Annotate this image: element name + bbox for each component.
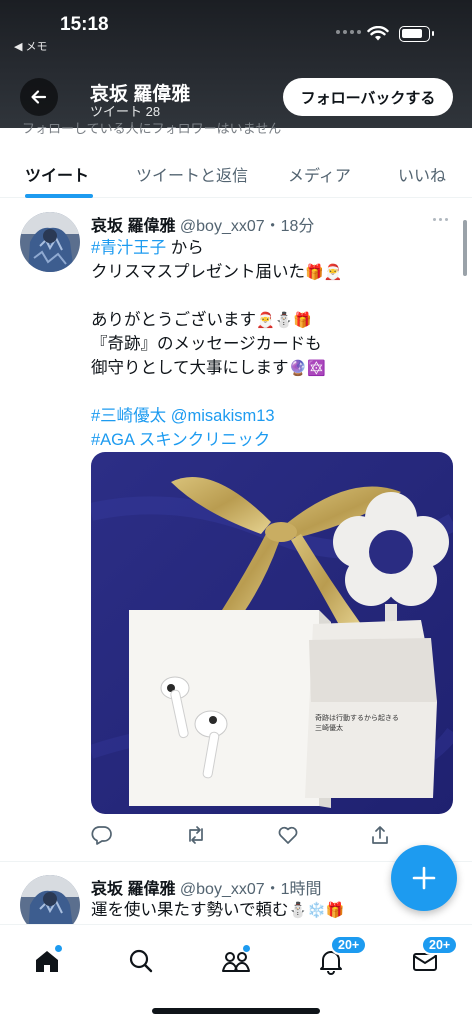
reply-icon[interactable] [91, 824, 113, 846]
share-icon[interactable] [369, 824, 391, 846]
home-new-dot [55, 945, 62, 952]
tweet-photo[interactable]: 奇跡は行動するから起きる 三崎優太 [91, 452, 453, 814]
card-text: 奇跡は行動するから起きる [315, 713, 399, 722]
nav-search[interactable] [121, 941, 161, 981]
nav-home[interactable] [27, 941, 67, 981]
more-icon[interactable] [433, 218, 448, 221]
compose-plus-icon [412, 866, 436, 890]
profile-header: 15:18 ◀ メモ 哀坂 羅偉雅 ツイート 28 フォローバックする [0, 0, 472, 128]
tweet-line: 御守りとして大事にします🔮🔯 [91, 359, 326, 377]
tweet-line: 『奇跡』のメッセージカードも [91, 335, 322, 353]
tab-media[interactable]: メディア [288, 162, 351, 186]
emoji: 🎅⛄🎁 [256, 312, 313, 329]
tweet-actions [91, 824, 391, 846]
emoji: ⛄❄️🎁 [288, 902, 345, 919]
emoji: 🎁🎅 [305, 264, 343, 281]
retweet-icon[interactable] [185, 824, 207, 846]
nav-communities[interactable] [216, 941, 256, 981]
tab-likes[interactable]: いいね [398, 162, 446, 186]
back-button[interactable] [20, 78, 58, 116]
tweet-text: #青汁王子 から クリスマスプレゼント届いた🎁🎅 ありがとうございます🎅⛄🎁 『… [91, 236, 451, 452]
status-back-link[interactable]: ◀ メモ [14, 38, 48, 54]
compose-tweet-button[interactable] [391, 845, 457, 911]
scrollbar[interactable] [463, 220, 467, 276]
tweet-text: 運を使い果たす勢いで頼む⛄❄️🎁 [91, 901, 345, 919]
follow-back-button[interactable]: フォローバックする [283, 78, 453, 116]
battery-icon [399, 26, 434, 42]
tweet-author[interactable]: 哀坂 羅偉雅 @boy_xx07・18分 [91, 212, 314, 236]
hashtag-link[interactable]: #三崎優太 @misakism13 [91, 404, 451, 428]
status-time: 15:18 [60, 14, 109, 35]
tab-tweets[interactable]: ツイート [25, 162, 89, 186]
home-indicator [152, 1008, 320, 1014]
author-name: 哀坂 羅偉雅 [91, 218, 176, 235]
like-icon[interactable] [277, 824, 299, 846]
back-arrow-icon [31, 90, 47, 104]
card-text: 三崎優太 [315, 723, 343, 732]
wifi-icon [367, 26, 389, 41]
search-icon [129, 949, 153, 973]
tweet-line: クリスマスプレゼント届いた🎁🎅 [91, 263, 343, 281]
profile-tabs: ツイート ツイートと返信 メディア いいね [0, 144, 472, 198]
communities-new-dot [243, 945, 250, 952]
hashtag-link[interactable]: #青汁王子 [91, 239, 166, 257]
notifications-badge: 20+ [330, 935, 368, 955]
signal-icon [336, 30, 361, 34]
author-meta: @boy_xx07・18分 [175, 218, 315, 235]
followers-you-know-text: フォローしている人にフォロワーはいません [22, 121, 282, 136]
emoji: 🔮🔯 [288, 360, 326, 377]
avatar[interactable] [20, 212, 80, 272]
messages-badge: 20+ [421, 935, 459, 955]
active-tab-indicator [25, 194, 93, 198]
tweet-line: #青汁王子 から [91, 239, 204, 257]
tweet-line: ありがとうございます🎅⛄🎁 [91, 311, 313, 329]
tab-tweets-and-replies[interactable]: ツイートと返信 [136, 162, 248, 186]
hashtag-link[interactable]: #AGA スキンクリニック [91, 428, 451, 452]
